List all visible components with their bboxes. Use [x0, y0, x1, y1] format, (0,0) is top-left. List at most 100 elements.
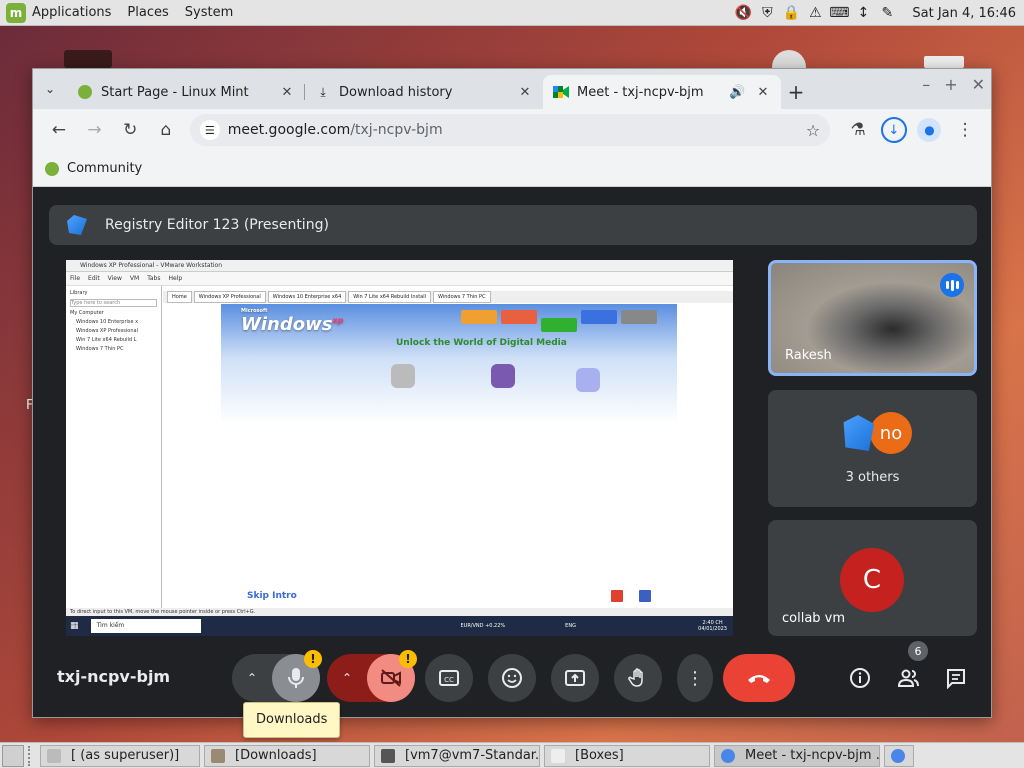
tab-meet[interactable]: Meet - txj-ncpv-bjm 🔊 ✕	[543, 75, 781, 109]
svg-text:CC: CC	[444, 676, 454, 684]
bookmark-community[interactable]: Community	[67, 161, 142, 176]
more-options-button[interactable]: ⋮	[677, 654, 713, 702]
participant-tile-others[interactable]: no 3 others	[768, 390, 977, 507]
vm-window-title: Windows XP Professional - VMware Worksta…	[66, 260, 733, 272]
tab-download-history[interactable]: ⤓ Download history ✕	[305, 75, 543, 109]
others-avatars: no	[840, 412, 912, 454]
close-window-icon[interactable]: ✕	[972, 75, 985, 94]
present-screen-button[interactable]	[551, 654, 599, 702]
home-icon[interactable]: ⌂	[148, 112, 184, 148]
people-button[interactable]	[893, 663, 923, 693]
windows-start-icon: ▦	[70, 621, 79, 631]
close-icon[interactable]: ✕	[517, 85, 533, 100]
chat-icon	[947, 669, 965, 689]
network-icon[interactable]: ↕	[854, 4, 872, 22]
applications-menu[interactable]: Applications	[32, 5, 111, 20]
show-desktop-button[interactable]	[2, 744, 24, 767]
terminal-icon	[47, 748, 61, 763]
url-path: /txj-ncpv-bjm	[350, 122, 443, 138]
close-icon[interactable]: ✕	[755, 85, 771, 100]
sound-icon	[639, 590, 651, 602]
participant-tile-collab-vm[interactable]: C collab vm	[768, 520, 977, 636]
system-menu[interactable]: System	[185, 5, 233, 20]
leave-call-button[interactable]	[723, 654, 795, 702]
taskbar-item-terminal[interactable]: [vm7@vm7-Standar...	[374, 744, 540, 767]
close-icon	[611, 590, 623, 602]
linux-mint-logo-icon[interactable]: m	[6, 2, 26, 23]
vm-library-item: Windows XP Professional	[76, 328, 138, 334]
panel-clock[interactable]: Sat Jan 4, 16:46	[912, 6, 1016, 21]
back-icon[interactable]: ←	[41, 112, 77, 148]
places-menu[interactable]: Places	[127, 5, 168, 20]
vm-library-search: Type here to search	[70, 299, 157, 307]
profile-avatar-icon: ●	[917, 118, 942, 142]
minimize-icon[interactable]: –	[922, 75, 930, 94]
xp-welcome-screen: Microsoft Windowsxp Unlock the World of D…	[221, 304, 677, 604]
camera-icon	[391, 364, 415, 388]
presenting-bar: Registry Editor 123 (Presenting)	[49, 205, 977, 245]
vm-library-label: Library	[70, 290, 88, 296]
skip-intro-link: Skip Intro	[247, 591, 297, 601]
address-bar[interactable]: ☰ meet.google.com /txj-ncpv-bjm ☆	[189, 114, 831, 146]
labs-flask-icon[interactable]: ⚗	[840, 112, 876, 148]
vm-menu-item: Edit	[88, 275, 100, 282]
reactions-button[interactable]	[488, 654, 536, 702]
profile-button[interactable]: ●	[912, 112, 948, 148]
volume-icon[interactable]: 🔇	[734, 4, 752, 22]
taskbar-item-chrome[interactable]	[884, 744, 914, 767]
audio-settings-chevron-icon[interactable]: ⌃	[232, 654, 272, 702]
chat-button[interactable]	[941, 663, 971, 693]
present-icon	[565, 670, 585, 686]
site-info-icon[interactable]: ☰	[199, 120, 220, 140]
people-count-badge: 6	[908, 641, 928, 661]
vm-menu-item: Help	[168, 275, 183, 282]
video-settings-chevron-icon[interactable]: ⌃	[327, 654, 367, 702]
tab-label: Meet - txj-ncpv-bjm	[577, 84, 704, 100]
taskbar-item-meet[interactable]: Meet - txj-ncpv-bjm ...	[714, 744, 880, 767]
download-icon: ⤓	[320, 84, 326, 99]
participant-tile-rakesh[interactable]: Rakesh	[768, 260, 977, 376]
taskbar-item-downloads[interactable]: [Downloads]	[204, 744, 370, 767]
downloads-tooltip: Downloads	[243, 702, 341, 738]
more-menu-icon[interactable]: ⋮	[947, 112, 983, 148]
vm-tab: Windows 10 Enterprise x64	[267, 291, 347, 303]
reload-icon[interactable]: ↻	[112, 112, 148, 148]
vm-library-item: My Computer	[70, 310, 104, 316]
vm-library-item: Windows 7 Thin PC	[76, 346, 124, 352]
tab-search-button[interactable]: ⌄	[33, 69, 67, 109]
mic-warning-badge: !	[304, 650, 322, 668]
pen-icon[interactable]: ✎	[878, 4, 896, 22]
bookmark-star-icon[interactable]: ☆	[806, 121, 820, 140]
avatar	[843, 415, 875, 451]
forward-icon[interactable]: →	[77, 112, 113, 148]
vm-menu-item: VM	[129, 275, 140, 282]
keyboard-icon[interactable]: ⌨	[829, 4, 849, 22]
alert-icon[interactable]: ⚠	[806, 4, 824, 22]
shield-icon[interactable]: ⛨	[758, 4, 776, 22]
vm-library-panel: Library Type here to search My Computer …	[66, 286, 162, 608]
vm-tab: Windows XP Professional	[193, 291, 266, 303]
taskbar-item-boxes[interactable]: [Boxes]	[544, 744, 710, 767]
shared-screen[interactable]: Windows XP Professional - VMware Worksta…	[66, 260, 733, 636]
maximize-icon[interactable]: +	[944, 75, 957, 94]
close-icon[interactable]: ✕	[279, 85, 295, 100]
lock-icon[interactable]: 🔒	[782, 4, 800, 22]
music-icon	[491, 364, 515, 388]
chrome-icon	[721, 748, 735, 763]
window-list-handle-icon	[28, 745, 36, 766]
bottom-panel: [ (as superuser)] [Downloads] [vm7@vm7-S…	[0, 742, 1024, 768]
vm-taskbar-date: 04/01/2023	[698, 626, 727, 632]
tab-start-page[interactable]: Start Page - Linux Mint ✕	[67, 75, 305, 109]
captions-icon: CC	[439, 670, 459, 686]
raise-hand-button[interactable]	[614, 654, 662, 702]
captions-button[interactable]: CC	[425, 654, 473, 702]
taskbar-item-superuser[interactable]: [ (as superuser)]	[40, 744, 200, 767]
top-panel: m Applications Places System 🔇 ⛨ 🔒 ⚠ ⌨ ↕…	[0, 0, 1024, 26]
folder-icon	[211, 748, 225, 763]
presenter-icon	[67, 215, 87, 235]
meeting-details-button[interactable]	[845, 663, 875, 693]
new-tab-button[interactable]: +	[781, 75, 811, 109]
taskbar-item-label: [vm7@vm7-Standar...	[405, 748, 540, 763]
downloads-button[interactable]: ↓	[876, 112, 912, 148]
tab-audio-icon[interactable]: 🔊	[729, 85, 745, 100]
